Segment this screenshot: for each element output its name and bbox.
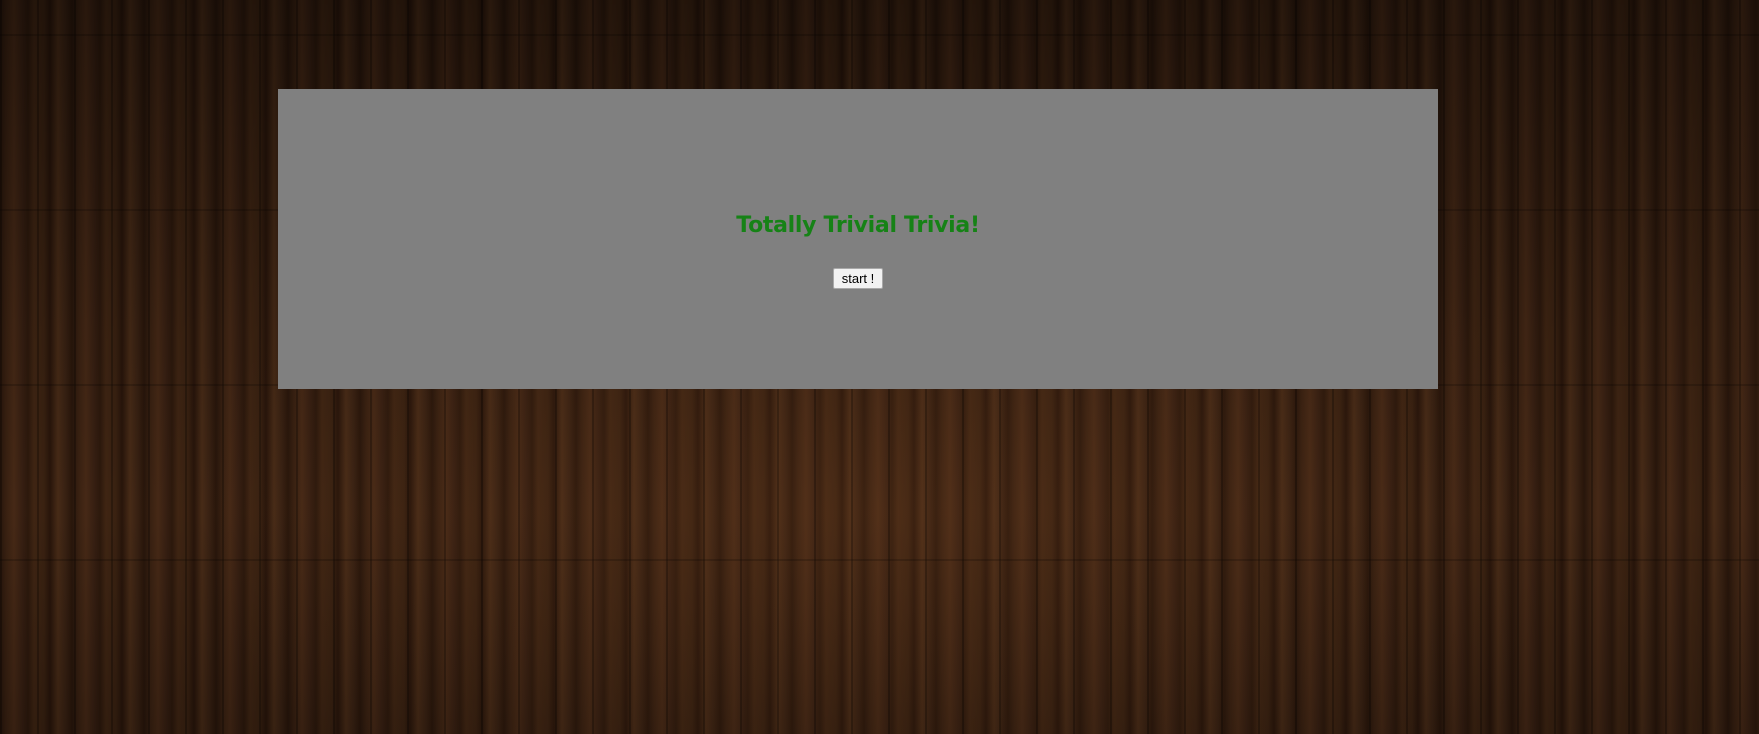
game-panel: Totally Trivial Trivia! start !: [278, 89, 1438, 389]
game-title: Totally Trivial Trivia!: [736, 213, 980, 238]
start-button[interactable]: start !: [833, 268, 883, 289]
